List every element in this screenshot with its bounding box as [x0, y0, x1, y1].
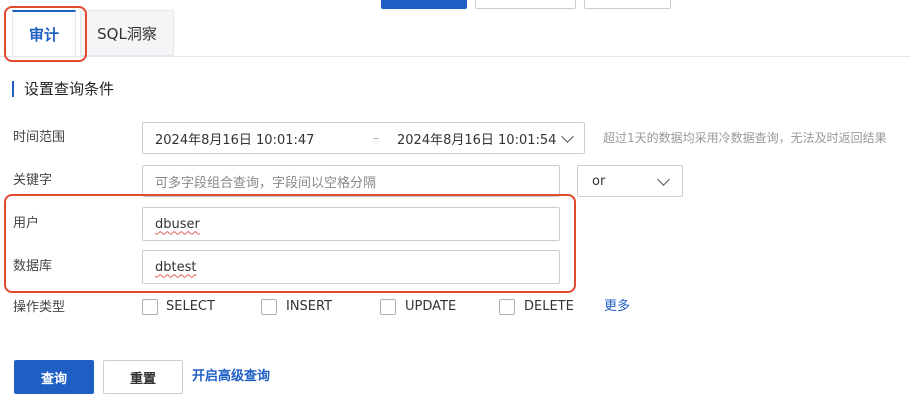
- advanced-query-link[interactable]: 开启高级查询: [192, 368, 270, 386]
- operation-type-label: 操作类型: [13, 300, 66, 315]
- keyword-input[interactable]: 可多字段组合查询，字段间以空格分隔: [142, 165, 560, 197]
- checkbox-delete-label[interactable]: DELETE: [524, 298, 574, 316]
- keyword-label: 关键字: [13, 173, 53, 188]
- time-range-hint: 超过1天的数据均采用冷数据查询，无法及时返回结果: [603, 131, 887, 145]
- highlight-box-tab: [4, 6, 87, 62]
- keyword-operator-value: or: [592, 173, 606, 189]
- checkbox-delete[interactable]: [499, 299, 515, 315]
- operation-type-more-link[interactable]: 更多: [604, 298, 630, 316]
- top-secondary-button[interactable]: [475, 0, 576, 9]
- top-primary-button[interactable]: [381, 0, 467, 9]
- checkbox-update-label[interactable]: UPDATE: [405, 298, 456, 316]
- section-title: 设置查询条件: [24, 80, 115, 98]
- tabs-divider: [0, 56, 910, 57]
- checkbox-select-label[interactable]: SELECT: [166, 298, 215, 316]
- section-accent-bar: [12, 81, 14, 97]
- time-range-label: 时间范围: [13, 130, 66, 145]
- chevron-down-icon: [657, 173, 670, 186]
- time-range-start: 2024年8月16日 10:01:47: [155, 132, 315, 148]
- checkbox-insert[interactable]: [261, 299, 277, 315]
- reset-button[interactable]: 重置: [103, 360, 183, 394]
- keyword-operator-select[interactable]: or: [577, 165, 683, 197]
- checkbox-insert-label[interactable]: INSERT: [286, 298, 332, 316]
- query-button[interactable]: 查询: [14, 360, 94, 394]
- time-range-end: 2024年8月16日 10:01:54: [397, 132, 557, 148]
- chevron-down-icon: [561, 130, 574, 143]
- checkbox-select[interactable]: [142, 299, 158, 315]
- time-range-picker[interactable]: 2024年8月16日 10:01:47 – 2024年8月16日 10:01:5…: [142, 122, 585, 154]
- tab-sql-insight[interactable]: SQL洞察: [80, 10, 174, 56]
- highlight-box-fields: [4, 194, 576, 293]
- checkbox-update[interactable]: [380, 299, 396, 315]
- time-range-separator: –: [372, 130, 380, 146]
- top-tertiary-button[interactable]: [584, 0, 671, 9]
